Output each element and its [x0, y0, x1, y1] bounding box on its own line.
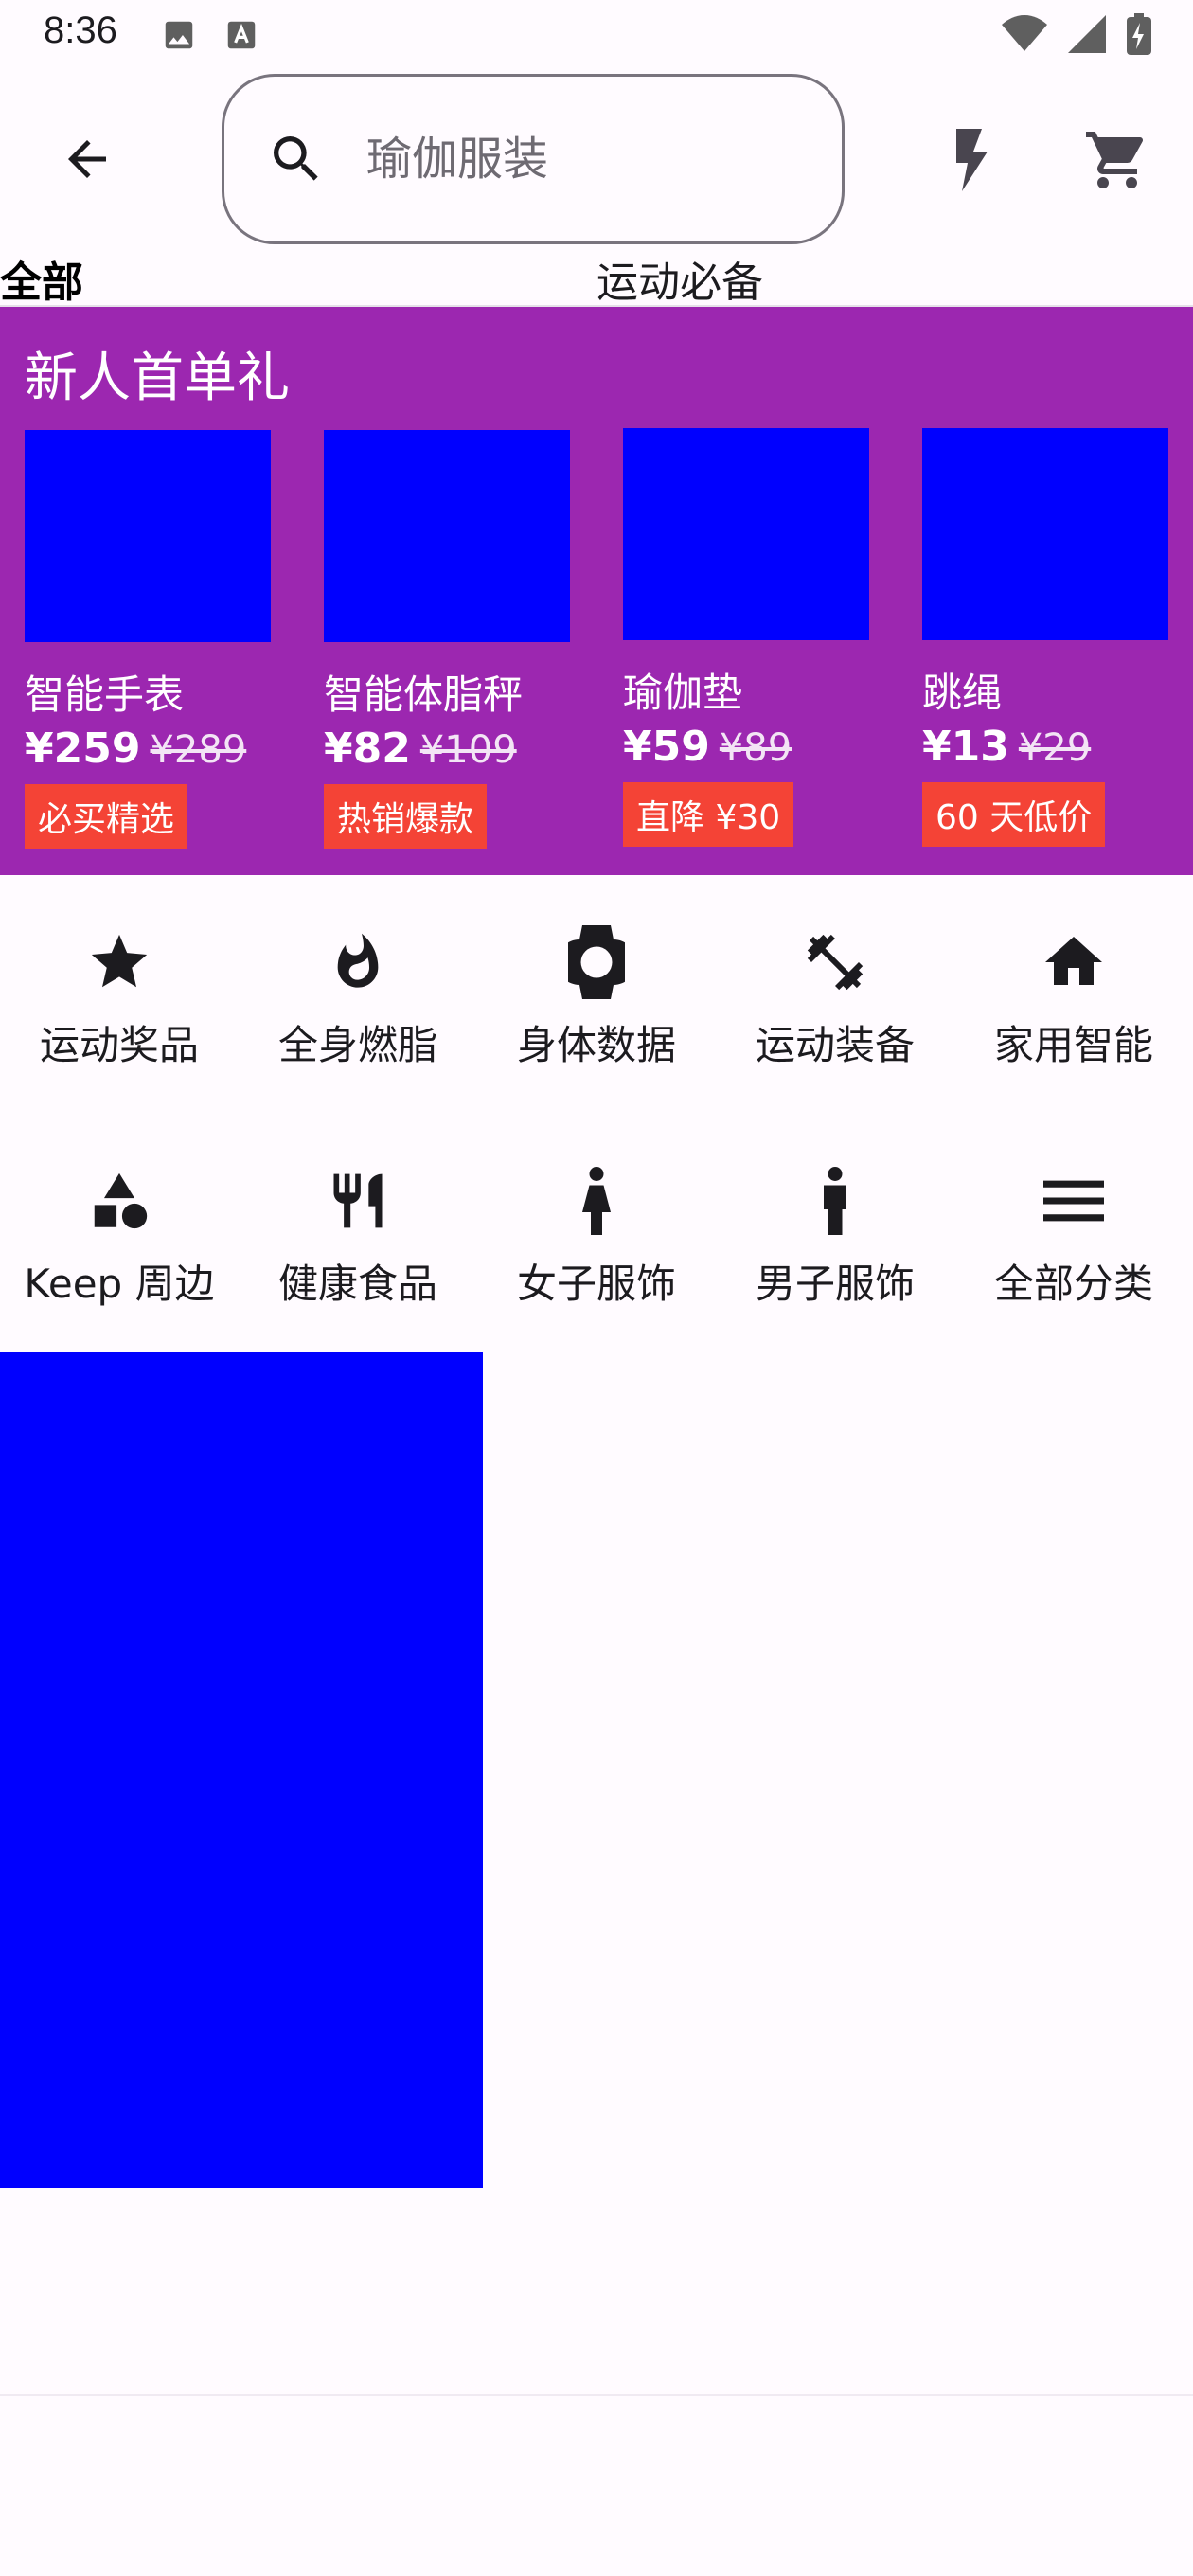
category-men-apparel[interactable]: 男子服饰 [716, 1163, 954, 1310]
status-time: 8:36 [44, 9, 117, 51]
status-system-icons [1002, 13, 1151, 59]
category-body-data[interactable]: 身体数据 [477, 924, 716, 1071]
category-keep-merch[interactable]: Keep 周边 [0, 1163, 239, 1310]
product-original-price: ¥29 [1018, 726, 1092, 770]
status-notification-icons [161, 17, 259, 57]
wifi-icon [1002, 15, 1047, 57]
product-image [324, 430, 570, 642]
shapes-icon [94, 1172, 148, 1229]
promo-product-card[interactable]: 瑜伽垫 ¥59 ¥89 直降 ¥30 [623, 428, 869, 847]
product-image [25, 430, 271, 642]
tab-sport-essentials[interactable]: 运动必备 [596, 248, 763, 309]
dumbbell-icon [807, 934, 864, 991]
product-tag: 直降 ¥30 [623, 782, 794, 847]
category-home-smart[interactable]: 家用智能 [954, 924, 1193, 1071]
new-user-promo-banner: 新人首单礼 智能手表 ¥259 ¥289 必买精选 智能体脂秤 ¥82 ¥109 热… [0, 307, 1193, 875]
product-tag: 必买精选 [25, 784, 188, 849]
watch-icon [568, 925, 625, 999]
font-notification-icon [223, 17, 259, 57]
product-tag: 60 天低价 [922, 782, 1106, 847]
back-button[interactable] [44, 125, 131, 193]
flash-icon [956, 129, 988, 191]
product-name: 智能体脂秤 [324, 671, 524, 718]
category-women-apparel[interactable]: 女子服饰 [477, 1163, 716, 1310]
battery-icon [1127, 13, 1151, 59]
search-bar[interactable] [222, 74, 845, 244]
woman-icon [582, 1167, 611, 1235]
product-name: 瑜伽垫 [623, 670, 743, 716]
category-label: 女子服饰 [516, 1261, 676, 1307]
product-original-price: ¥289 [150, 728, 247, 772]
search-icon [266, 129, 327, 189]
restaurant-icon [333, 1173, 383, 1228]
category-label: 全身燃脂 [277, 1022, 437, 1068]
category-label: 身体数据 [516, 1022, 676, 1068]
category-healthy-food[interactable]: 健康食品 [239, 1163, 477, 1310]
flame-icon [337, 933, 379, 988]
promo-title: 新人首单礼 [25, 348, 290, 409]
category-label: 健康食品 [277, 1261, 437, 1307]
category-label: 运动装备 [755, 1022, 915, 1068]
product-price: ¥82 [324, 724, 411, 773]
bottom-divider [0, 2394, 1193, 2396]
product-original-price: ¥109 [419, 728, 517, 772]
menu-icon [1043, 1180, 1104, 1222]
product-price: ¥59 [623, 723, 710, 771]
category-label: 男子服饰 [755, 1261, 915, 1307]
product-original-price: ¥89 [719, 726, 792, 770]
cart-icon [1086, 132, 1144, 188]
flash-button[interactable] [937, 117, 1004, 203]
product-tag: 热销爆款 [324, 784, 488, 849]
category-label: 全部分类 [993, 1261, 1153, 1307]
arrow-back-icon [68, 140, 106, 178]
product-image [922, 428, 1168, 640]
product-price: ¥259 [25, 724, 141, 773]
search-input[interactable] [365, 132, 785, 187]
category-label: Keep 周边 [24, 1261, 215, 1307]
star-icon [91, 934, 148, 988]
product-name: 跳绳 [922, 670, 1003, 716]
cart-button[interactable] [1079, 117, 1155, 203]
promo-product-card[interactable]: 跳绳 ¥13 ¥29 60 天低价 [922, 428, 1168, 847]
product-name: 智能手表 [25, 671, 185, 718]
category-full-body-burn[interactable]: 全身燃脂 [239, 924, 477, 1071]
category-all[interactable]: 全部分类 [954, 1163, 1193, 1310]
tab-all[interactable]: 全部 [0, 248, 83, 309]
category-sport-prizes[interactable]: 运动奖品 [0, 924, 239, 1071]
promo-product-card[interactable]: 智能手表 ¥259 ¥289 必买精选 [25, 430, 271, 849]
home-icon [1045, 937, 1102, 985]
image-notification-icon [161, 17, 197, 57]
man-icon [824, 1167, 846, 1235]
product-image [623, 428, 869, 640]
promo-product-card[interactable]: 智能体脂秤 ¥82 ¥109 热销爆款 [324, 430, 570, 849]
category-label: 运动奖品 [39, 1022, 199, 1068]
product-price: ¥13 [922, 723, 1009, 771]
featured-image[interactable] [0, 1352, 483, 2188]
signal-icon [1068, 15, 1106, 57]
category-label: 家用智能 [993, 1022, 1153, 1068]
category-sport-equipment[interactable]: 运动装备 [716, 924, 954, 1071]
